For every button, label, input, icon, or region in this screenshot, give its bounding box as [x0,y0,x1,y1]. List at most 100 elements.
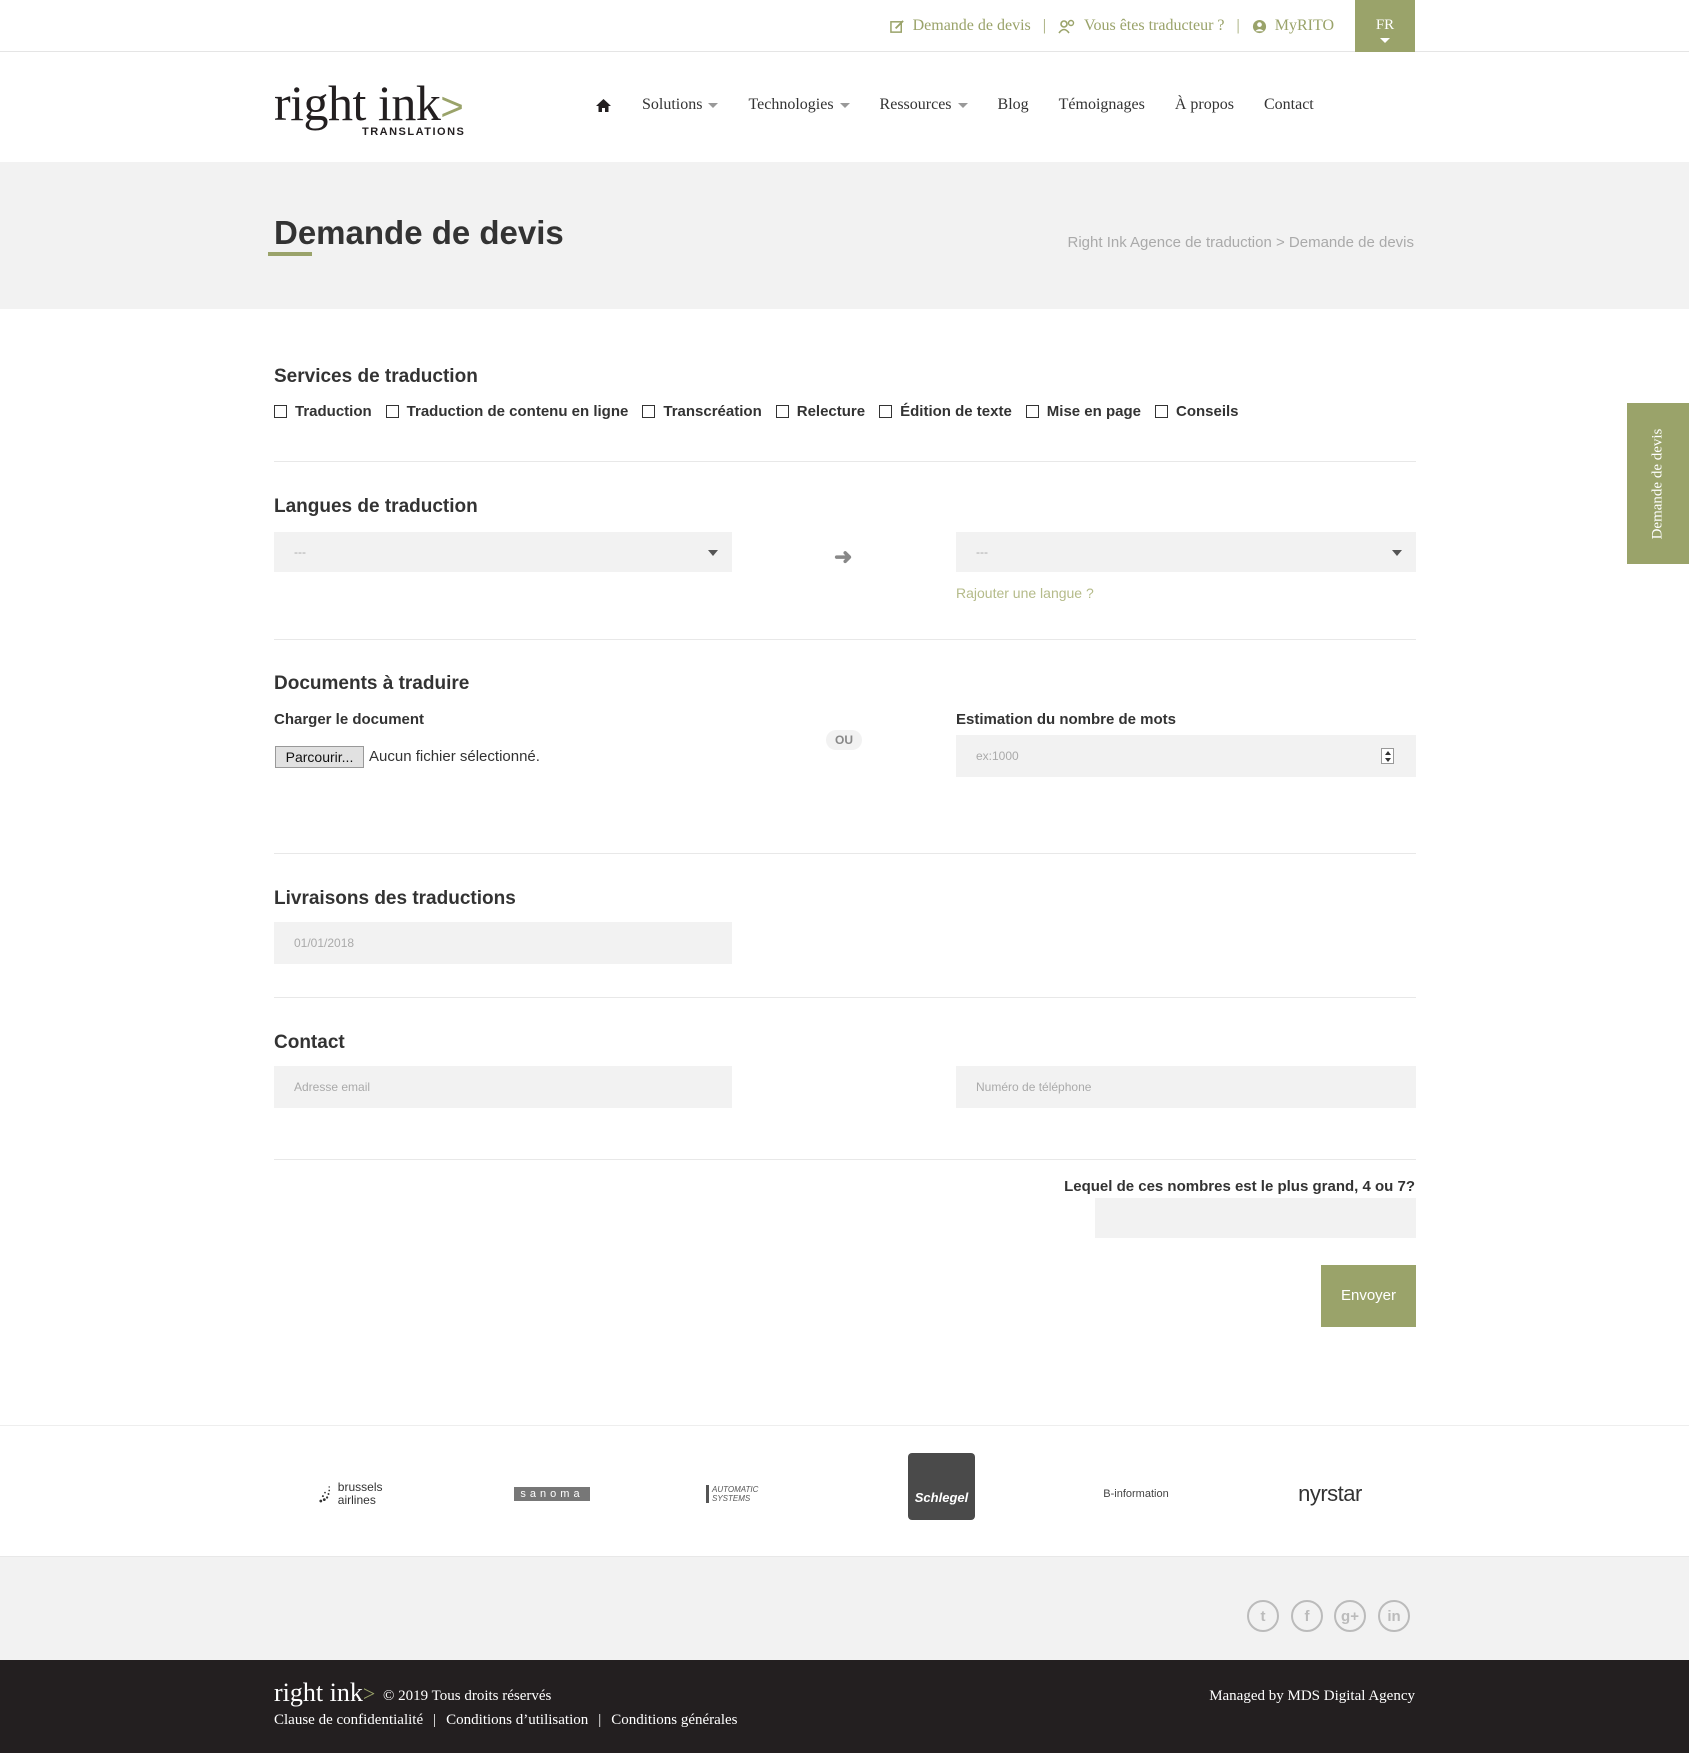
terms-of-use-link[interactable]: Conditions d’utilisation [446,1712,588,1729]
service-option[interactable]: Édition de texte [879,403,1012,420]
caret-down-icon [708,102,719,108]
service-option[interactable]: Relecture [775,403,866,420]
nav-temoignages[interactable]: Témoignages [1059,96,1145,114]
nav-blog[interactable]: Blog [998,96,1029,114]
separator: | [433,1712,437,1728]
service-label: Mise en page [1046,403,1141,420]
source-language-select[interactable]: --- [274,532,732,572]
wordcount-label: Estimation du nombre de mots [956,711,1177,728]
client-logos: brussels airlines sanoma AUTOMATIC SYSTE… [0,1425,1689,1556]
language-selector[interactable]: FR [1355,0,1415,52]
privacy-link[interactable]: Clause de confidentialité [274,1712,423,1729]
general-terms-link[interactable]: Conditions générales [611,1712,737,1729]
services-title: Services de traduction [274,366,478,387]
checkbox[interactable] [879,405,893,418]
add-language-link[interactable]: Rajouter une langue ? [956,585,1094,601]
caret-down-icon [839,102,850,108]
copyright: © 2019 Tous droits réservés [383,1688,552,1704]
checkbox[interactable] [1025,405,1039,418]
browse-button[interactable]: Parcourir... [275,746,364,768]
myrito-label: MyRITO [1274,17,1334,34]
google-plus-icon[interactable]: g+ [1334,1600,1366,1632]
myrito-link[interactable]: MyRITO [1252,17,1334,35]
logo[interactable]: right ink> TRANSLATIONS [274,75,464,138]
language-label: FR [1375,17,1395,33]
delivery-title: Livraisons des traductions [274,888,516,909]
side-tab-label: Demande de devis [1649,428,1666,539]
client-name: sanoma [514,1487,590,1501]
main-nav: Solutions Technologies Ressources Blog T… [595,96,1314,114]
quote-side-tab[interactable]: Demande de devis [1627,403,1689,564]
nav-ressources[interactable]: Ressources [880,96,968,114]
phone-field[interactable]: Numéro de téléphone [956,1066,1416,1108]
wordcount-placeholder: ex:1000 [976,749,1019,763]
top-bar: Demande de devis | Vous êtes traducteur … [0,0,1689,52]
divider [274,853,1416,854]
facebook-icon[interactable]: f [1291,1600,1323,1632]
footer-logo[interactable]: right ink> [274,1678,375,1708]
divider [274,997,1416,998]
service-option[interactable]: Conseils [1155,403,1239,420]
captcha-input[interactable] [1095,1198,1416,1238]
languages-title: Langues de traduction [274,496,478,517]
client-name: nyrstar [1298,1481,1362,1506]
client-name: Schlegel [914,1490,969,1505]
captcha-question: Lequel de ces nombres est le plus grand,… [1064,1178,1415,1195]
users-icon [1058,19,1075,33]
nav-home[interactable] [595,98,612,113]
twitter-icon[interactable]: t [1247,1600,1279,1632]
nav-a-propos[interactable]: À propos [1175,96,1234,114]
translator-link[interactable]: Vous êtes traducteur ? [1058,17,1225,35]
email-field[interactable]: Adresse email [274,1066,732,1108]
submit-button[interactable]: Envoyer [1321,1265,1416,1327]
nav-label: Technologies [748,96,834,113]
logo-word: right ink [274,75,441,131]
client-logo-schlegel: Schlegel [908,1453,975,1520]
header: right ink> TRANSLATIONS Solutions Techno… [0,52,1689,162]
caret-down-icon [1380,38,1390,43]
footer: right ink> © 2019 Tous droits réservés C… [0,1660,1689,1753]
email-placeholder: Adresse email [294,1080,371,1094]
logo-subtitle: TRANSLATIONS [362,126,466,138]
no-file-text: Aucun fichier sélectionné. [369,748,540,765]
service-label: Édition de texte [900,403,1012,420]
nav-solutions[interactable]: Solutions [642,96,719,114]
divider [274,639,1416,640]
checkbox[interactable] [385,405,399,418]
breadcrumb[interactable]: Right Ink Agence de traduction > Demande… [1068,234,1414,251]
caret-down-icon [708,550,718,556]
checkbox[interactable] [1155,405,1168,418]
client-logo-automatic-systems: AUTOMATIC SYSTEMS [706,1464,786,1524]
linkedin-icon[interactable]: in [1378,1600,1410,1632]
upload-label: Charger le document [274,711,425,728]
client-logo-nyrstar: nyrstar [1290,1464,1370,1524]
target-language-select[interactable]: --- [956,532,1416,572]
service-label: Relecture [796,403,866,420]
managed-by[interactable]: Managed by MDS Digital Agency [1209,1688,1415,1705]
title-underline [268,252,312,256]
service-option[interactable]: Mise en page [1025,403,1141,420]
service-label: Transcréation [663,403,762,420]
service-option[interactable]: Traduction de contenu en ligne [385,403,628,420]
checkbox[interactable] [642,405,656,418]
title-band: Demande de devis Right Ink Agence de tra… [0,162,1689,309]
delivery-date-input[interactable]: 01/01/2018 [274,922,732,964]
client-logo-b-information: B-information [1096,1464,1176,1524]
client-name: brussels airlines [337,1479,383,1507]
separator: | [598,1712,602,1728]
page-title: Demande de devis [274,214,564,251]
nav-label: Blog [997,96,1029,113]
quote-request-link[interactable]: Demande de devis [889,17,1031,35]
or-badge: OU [826,730,862,750]
service-option[interactable]: Traduction [274,403,372,420]
separator: | [1042,17,1046,34]
nav-contact[interactable]: Contact [1264,96,1314,114]
number-spinner[interactable] [1381,748,1394,764]
checkbox[interactable] [274,405,287,418]
home-icon [596,98,611,112]
nav-technologies[interactable]: Technologies [748,96,850,114]
service-label: Conseils [1176,403,1239,420]
wordcount-input[interactable]: ex:1000 [956,735,1416,777]
checkbox[interactable] [775,405,789,418]
service-option[interactable]: Transcréation [642,403,762,420]
